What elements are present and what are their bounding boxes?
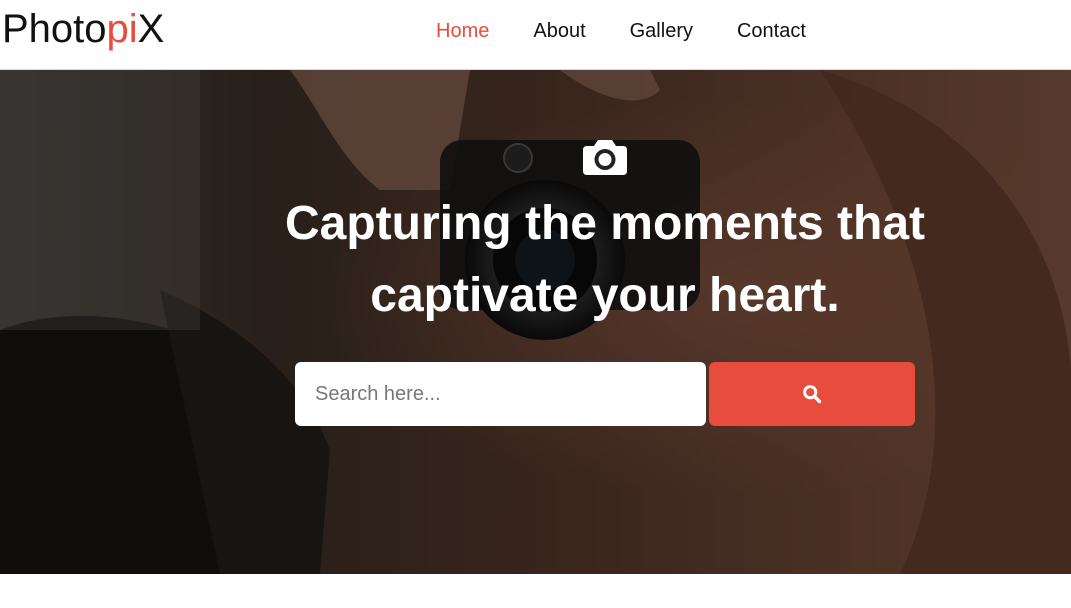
logo-text-part2: X [137,7,165,51]
navbar: PhotopiX Home About Gallery Contact [0,0,1071,70]
hero-headline: Capturing the moments that captivate you… [200,188,1010,332]
logo-text-accent: pi [106,7,138,51]
hero-section: Capturing the moments that captivate you… [0,70,1071,574]
hero-headline-line1: Capturing the moments that [284,197,925,250]
search-icon [803,385,822,404]
nav-link-contact[interactable]: Contact [737,19,806,43]
main-nav: Home About Gallery Contact [436,19,850,43]
nav-link-about[interactable]: About [533,19,585,43]
hero-headline-line2: captivate your heart. [370,269,840,322]
brand-logo[interactable]: PhotopiX [2,6,164,52]
search-input[interactable] [295,362,706,426]
camera-icon [583,140,627,175]
nav-link-gallery[interactable]: Gallery [630,19,693,43]
nav-link-home[interactable]: Home [436,19,489,43]
search-button[interactable] [709,362,915,426]
logo-text-part1: Photo [2,7,107,51]
